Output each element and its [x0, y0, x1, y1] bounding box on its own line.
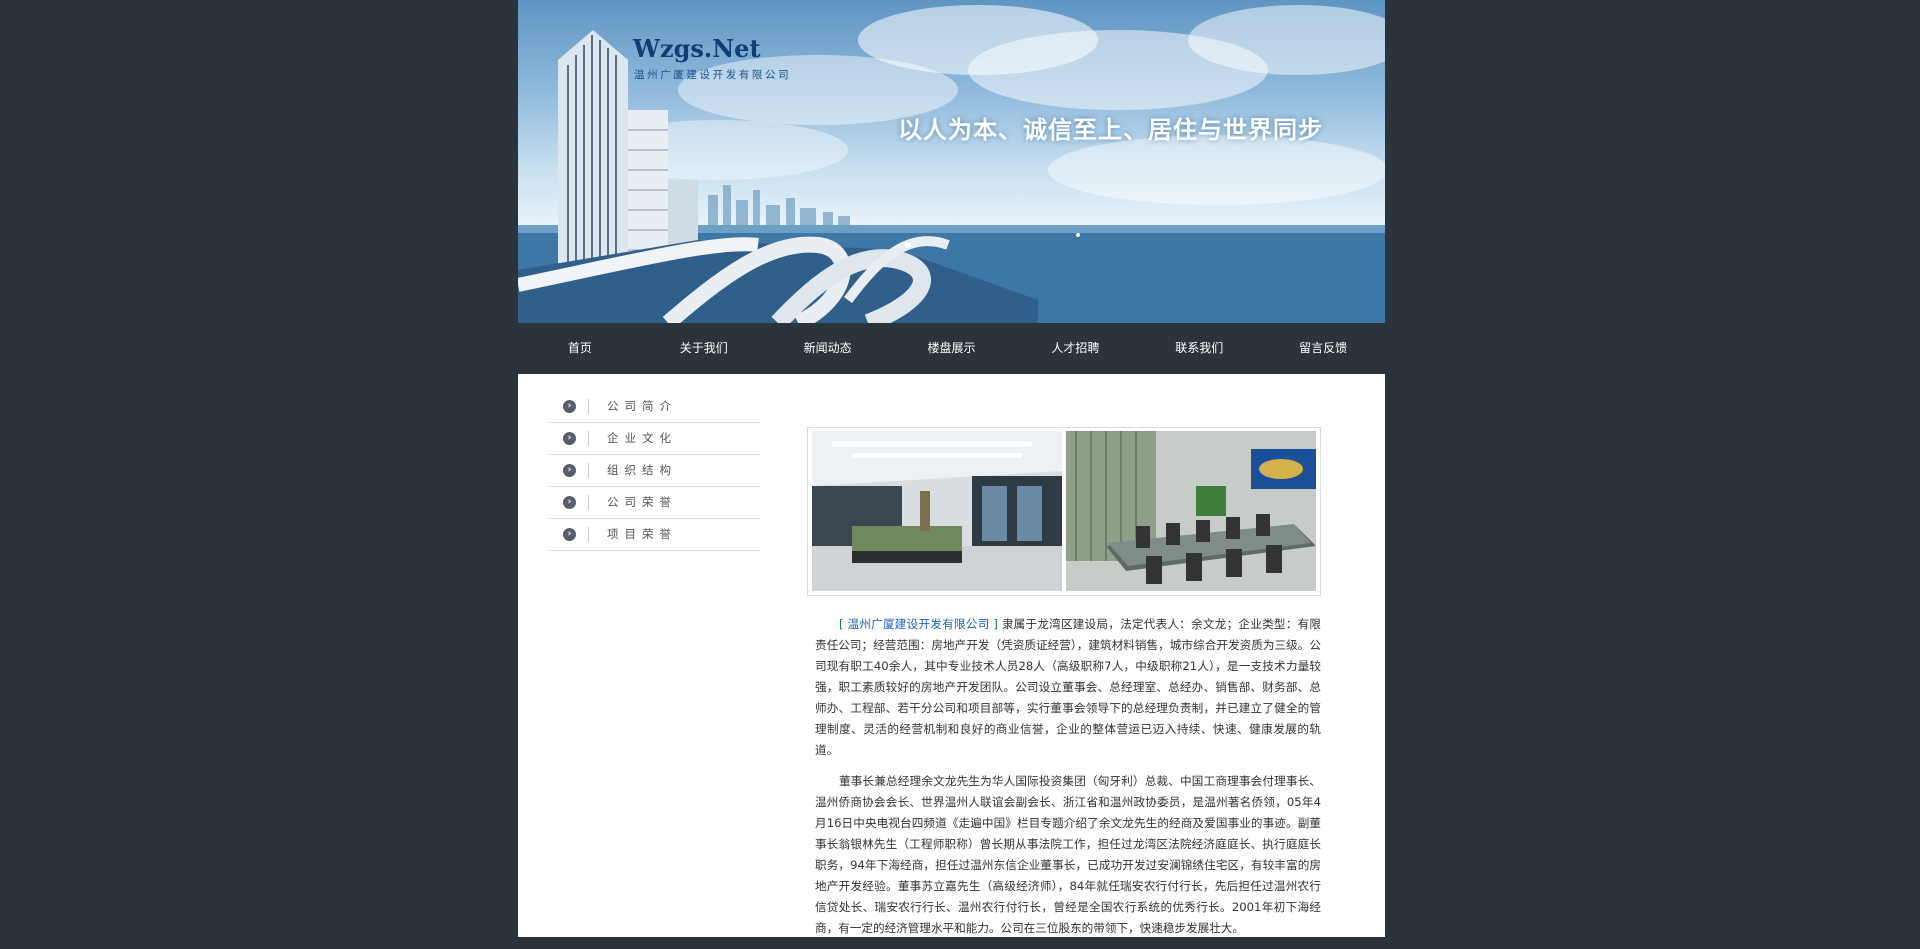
sidebar-item-label: 公司简介 [607, 399, 677, 413]
intro-text-1: 隶属于龙湾区建设局，法定代表人：余文龙；企业类型：有限责任公司；经营范围：房地产… [815, 617, 1322, 757]
sidebar-item-project-honors[interactable]: › 项目荣誉 [549, 519, 761, 551]
divider [588, 431, 589, 446]
chevron-right-icon: › [563, 400, 576, 413]
sidebar-item-culture[interactable]: › 企业文化 [549, 423, 761, 455]
page-container: Wzgs.Net 温州广厦建设开发有限公司 以人为本、诚信至上、居住与世界同步 … [518, 0, 1385, 937]
chevron-right-icon: › [563, 432, 576, 445]
divider [588, 527, 589, 542]
nav-careers[interactable]: 人才招聘 [1013, 323, 1137, 374]
company-intro: [ 温州广厦建设开发有限公司 ] 隶属于龙湾区建设局，法定代表人：余文龙；企业类… [815, 614, 1321, 949]
nav-home[interactable]: 首页 [518, 323, 642, 374]
meeting-room-photo [1066, 431, 1316, 591]
sidebar-item-label: 公司荣誉 [607, 495, 677, 509]
lobby-photo [812, 431, 1062, 591]
chevron-right-icon: › [563, 528, 576, 541]
chevron-right-icon: › [563, 464, 576, 477]
main-nav: 首页 关于我们 新闻动态 楼盘展示 人才招聘 联系我们 留言反馈 [518, 323, 1385, 374]
intro-paragraph-1: [ 温州广厦建设开发有限公司 ] 隶属于龙湾区建设局，法定代表人：余文龙；企业类… [815, 614, 1321, 761]
intro-paragraph-2: 董事长兼总经理余文龙先生为华人国际投资集团（匈牙利）总裁、中国工商理事会付理事长… [815, 774, 1321, 935]
chevron-right-icon: › [563, 496, 576, 509]
nav-feedback[interactable]: 留言反馈 [1261, 323, 1385, 374]
nav-about[interactable]: 关于我们 [642, 323, 766, 374]
office-photos [807, 427, 1321, 596]
divider [588, 463, 589, 478]
company-name: 温州广厦建设开发有限公司 [634, 69, 792, 81]
slogan: 以人为本、诚信至上、居住与世界同步 [898, 115, 1323, 144]
nav-news[interactable]: 新闻动态 [766, 323, 890, 374]
sidebar: › 公司简介 › 企业文化 › 组织结构 › 公司荣誉 › 项目荣誉 [549, 391, 761, 551]
sidebar-item-label: 项目荣誉 [607, 527, 677, 541]
divider [588, 495, 589, 510]
sidebar-item-label: 组织结构 [607, 463, 677, 477]
sidebar-item-company-honors[interactable]: › 公司荣誉 [549, 487, 761, 519]
sidebar-item-structure[interactable]: › 组织结构 [549, 455, 761, 487]
nav-contact[interactable]: 联系我们 [1137, 323, 1261, 374]
sidebar-item-company-profile[interactable]: › 公司简介 [549, 391, 761, 423]
header-banner: Wzgs.Net 温州广厦建设开发有限公司 以人为本、诚信至上、居住与世界同步 [518, 0, 1385, 323]
divider [588, 399, 589, 414]
nav-properties[interactable]: 楼盘展示 [890, 323, 1014, 374]
site-logo[interactable]: Wzgs.Net [633, 34, 761, 63]
sidebar-item-label: 企业文化 [607, 431, 677, 445]
company-name-link[interactable]: [ 温州广厦建设开发有限公司 ] [839, 617, 998, 631]
